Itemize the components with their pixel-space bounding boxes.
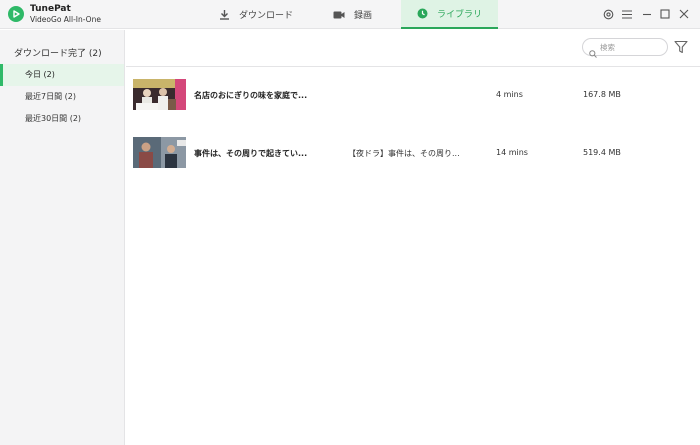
sidebar-header: ダウンロード完了 (2) xyxy=(14,49,102,59)
sidebar-item-today[interactable]: 今日 (2) xyxy=(0,64,124,86)
tab-library[interactable]: ライブラリ xyxy=(401,0,498,29)
close-icon[interactable] xyxy=(677,7,691,21)
sidebar-item-last-7-days[interactable]: 最近7日間 (2) xyxy=(0,86,124,108)
tab-record[interactable]: 録画 xyxy=(333,0,372,29)
filter-icon[interactable] xyxy=(674,39,688,54)
sidebar-item-last-30-days[interactable]: 最近30日間 (2) xyxy=(0,108,124,130)
toolbar xyxy=(126,30,700,67)
video-description: 【夜ドラ】事件は、その周り... xyxy=(348,149,460,158)
clock-icon xyxy=(417,8,428,19)
video-camera-icon xyxy=(333,10,345,20)
video-duration: 4 mins xyxy=(496,90,523,99)
video-size: 519.4 MB xyxy=(583,148,621,157)
maximize-icon[interactable] xyxy=(658,7,672,21)
video-title: 事件は、その周りで起きてい... xyxy=(194,149,308,158)
list-item[interactable]: 事件は、その周りで起きてい... 【夜ドラ】事件は、その周り... 14 min… xyxy=(126,137,700,194)
tab-record-label: 録画 xyxy=(354,11,373,21)
sidebar: ダウンロード完了 (2) 今日 (2) 最近7日間 (2) 最近30日間 (2) xyxy=(0,30,125,445)
download-icon xyxy=(219,9,230,20)
search-box[interactable] xyxy=(582,38,668,58)
search-icon xyxy=(589,43,597,62)
menu-icon[interactable] xyxy=(620,7,634,21)
video-thumbnail xyxy=(133,79,186,110)
app-subtitle: VideoGo All-In-One xyxy=(30,15,101,24)
settings-icon[interactable] xyxy=(601,7,615,21)
tab-download[interactable]: ダウンロード xyxy=(219,0,293,29)
app-logo-icon xyxy=(8,6,24,22)
minimize-icon[interactable] xyxy=(640,7,654,21)
video-size: 167.8 MB xyxy=(583,90,621,99)
search-input[interactable] xyxy=(600,41,664,54)
tab-download-label: ダウンロード xyxy=(239,11,294,21)
video-duration: 14 mins xyxy=(496,148,528,157)
video-title: 名店のおにぎりの味を家庭で... xyxy=(194,91,308,100)
tab-library-label: ライブラリ xyxy=(436,10,482,20)
video-thumbnail xyxy=(133,137,186,168)
title-bar: TunePat VideoGo All-In-One ダウンロード 録画 ライブ… xyxy=(0,0,700,29)
app-name: TunePat xyxy=(30,4,71,14)
list-item[interactable]: 名店のおにぎりの味を家庭で... 4 mins 167.8 MB xyxy=(126,79,700,136)
